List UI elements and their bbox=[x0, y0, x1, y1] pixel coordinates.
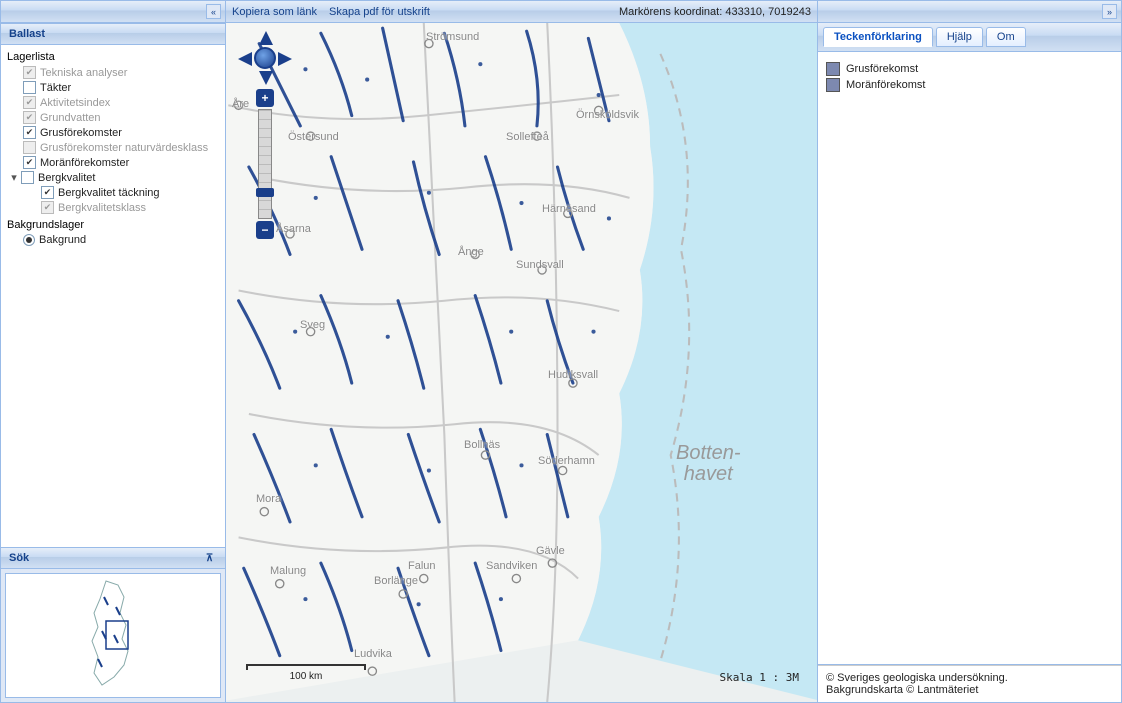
layer-item[interactable]: Moränförekomster bbox=[7, 155, 219, 170]
layer-item[interactable]: Bergkvalitetsklass bbox=[7, 200, 219, 215]
layer-item[interactable]: Grusförekomster naturvärdesklass bbox=[7, 140, 219, 155]
overview-minimap[interactable] bbox=[5, 573, 221, 698]
background-layers-heading: Bakgrundslager bbox=[7, 219, 219, 231]
zoom-in-button[interactable]: + bbox=[256, 89, 274, 107]
expand-sok-icon[interactable]: ⊼ bbox=[202, 551, 217, 566]
checkbox-icon[interactable] bbox=[21, 171, 34, 184]
tabs-row: Teckenförklaring Hjälp Om bbox=[818, 23, 1121, 52]
map-toolbar: Kopiera som länk Skapa pdf för utskrift … bbox=[226, 1, 817, 23]
pan-compass bbox=[240, 33, 290, 83]
globe-icon[interactable] bbox=[254, 47, 276, 69]
checkbox-icon[interactable] bbox=[41, 201, 54, 214]
copy-link-button[interactable]: Kopiera som länk bbox=[232, 6, 317, 18]
legend-item: Moränförekomst bbox=[826, 78, 1113, 92]
checkbox-icon[interactable] bbox=[23, 66, 36, 79]
create-pdf-button[interactable]: Skapa pdf för utskrift bbox=[329, 6, 430, 18]
layer-item[interactable]: Aktivitetsindex bbox=[7, 95, 219, 110]
legend-body: Grusförekomst Moränförekomst bbox=[818, 52, 1121, 665]
zoom-bar: + − bbox=[256, 89, 274, 239]
credits: © Sveriges geologiska undersökning. Bakg… bbox=[818, 665, 1121, 702]
checkbox-icon[interactable] bbox=[41, 186, 54, 199]
map-canvas bbox=[226, 23, 817, 702]
checkbox-icon[interactable] bbox=[23, 141, 36, 154]
layer-item[interactable]: Grundvatten bbox=[7, 110, 219, 125]
section-title-ballast: Ballast bbox=[9, 28, 45, 40]
layer-item[interactable]: Bergkvalitet täckning bbox=[7, 185, 219, 200]
section-header-sok[interactable]: Sök ⊼ bbox=[1, 547, 225, 569]
layer-item[interactable]: Täkter bbox=[7, 80, 219, 95]
checkbox-icon[interactable] bbox=[23, 96, 36, 109]
layer-list: Lagerlista Tekniska analyser Täkter Akti… bbox=[1, 45, 225, 251]
scale-distance: 100 km bbox=[246, 671, 366, 682]
tab-about[interactable]: Om bbox=[986, 27, 1026, 47]
legend-item: Grusförekomst bbox=[826, 62, 1113, 76]
right-panel: » Teckenförklaring Hjälp Om Grusförekoms… bbox=[818, 1, 1121, 702]
checkbox-icon[interactable] bbox=[23, 156, 36, 169]
right-panel-header: » bbox=[818, 1, 1121, 23]
scale-bar: 100 km bbox=[246, 664, 366, 682]
collapse-right-icon[interactable]: » bbox=[1102, 4, 1117, 19]
checkbox-icon[interactable] bbox=[23, 111, 36, 124]
legend-label: Grusförekomst bbox=[846, 63, 918, 75]
zoom-handle[interactable] bbox=[256, 188, 274, 197]
cursor-coordinates: Markörens koordinat: 433310, 7019243 bbox=[619, 6, 811, 18]
zoom-track[interactable] bbox=[258, 109, 272, 219]
checkbox-icon[interactable] bbox=[23, 126, 36, 139]
layer-item[interactable]: Tekniska analyser bbox=[7, 65, 219, 80]
radio-icon[interactable] bbox=[23, 234, 35, 246]
section-title-sok: Sök bbox=[9, 552, 29, 564]
tab-legend[interactable]: Teckenförklaring bbox=[823, 27, 933, 47]
credits-line: © Sveriges geologiska undersökning. bbox=[826, 672, 1113, 684]
legend-label: Moränförekomst bbox=[846, 79, 925, 91]
left-spacer bbox=[1, 251, 225, 547]
pan-west-button[interactable] bbox=[238, 52, 252, 66]
layer-list-heading: Lagerlista bbox=[7, 51, 219, 63]
left-panel: « Ballast Lagerlista Tekniska analyser T… bbox=[1, 1, 226, 702]
legend-swatch bbox=[826, 78, 840, 92]
left-panel-header: « bbox=[1, 1, 225, 23]
scale-text: Skala 1 : 3M bbox=[720, 671, 799, 684]
credits-line: Bakgrundskarta © Lantmäteriet bbox=[826, 684, 1113, 696]
layer-item[interactable]: ▾Bergkvalitet bbox=[7, 170, 219, 185]
zoom-out-button[interactable]: − bbox=[256, 221, 274, 239]
section-header-ballast[interactable]: Ballast bbox=[1, 23, 225, 45]
layer-item[interactable]: Grusförekomster bbox=[7, 125, 219, 140]
center-panel: Kopiera som länk Skapa pdf för utskrift … bbox=[226, 1, 818, 702]
pan-north-button[interactable] bbox=[259, 31, 273, 45]
pan-south-button[interactable] bbox=[259, 71, 273, 85]
collapse-left-icon[interactable]: « bbox=[206, 4, 221, 19]
checkbox-icon[interactable] bbox=[23, 81, 36, 94]
tab-help[interactable]: Hjälp bbox=[936, 27, 983, 47]
legend-swatch bbox=[826, 62, 840, 76]
map-nav-controls: + − bbox=[240, 33, 290, 239]
chevron-down-icon[interactable]: ▾ bbox=[9, 171, 19, 184]
pan-east-button[interactable] bbox=[278, 52, 292, 66]
map-area[interactable]: Strömsund Örnsköldsvik Åre Östersund Sol… bbox=[226, 23, 817, 702]
background-radio-item[interactable]: Bakgrund bbox=[7, 233, 219, 247]
